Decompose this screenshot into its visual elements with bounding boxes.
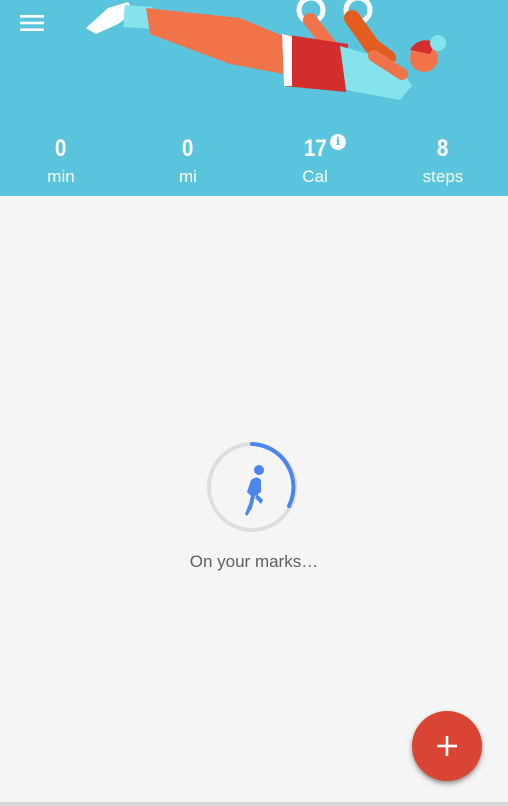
hamburger-menu-icon [20, 15, 44, 31]
loading-status-text: On your marks… [189, 552, 319, 571]
plus-icon [437, 736, 457, 756]
header-banner: 0 min 0 mi 17 Cal i 8 steps [0, 0, 508, 196]
stat-steps-unit: steps [422, 167, 464, 186]
stat-calories-value: 17 [303, 135, 327, 162]
stat-minutes-unit: min [47, 167, 75, 186]
loading-spinner [205, 440, 299, 534]
stat-distance[interactable]: 0 mi [143, 134, 233, 188]
add-activity-button[interactable] [412, 711, 482, 781]
stat-distance-unit: mi [179, 167, 197, 186]
stat-minutes-value: 0 [55, 135, 67, 162]
stat-distance-value: 0 [182, 135, 194, 162]
bottom-divider [0, 802, 508, 806]
runner-icon [245, 465, 264, 516]
stat-minutes[interactable]: 0 min [16, 134, 106, 188]
menu-button[interactable] [14, 8, 50, 38]
stat-steps-value: 8 [437, 135, 449, 162]
stat-calories[interactable]: 17 Cal i [270, 134, 360, 188]
stat-steps[interactable]: 8 steps [398, 134, 488, 188]
stat-calories-unit: Cal [302, 167, 328, 186]
info-icon[interactable]: i [330, 134, 346, 150]
daily-stats: 0 min 0 mi 17 Cal i 8 steps [0, 134, 508, 190]
